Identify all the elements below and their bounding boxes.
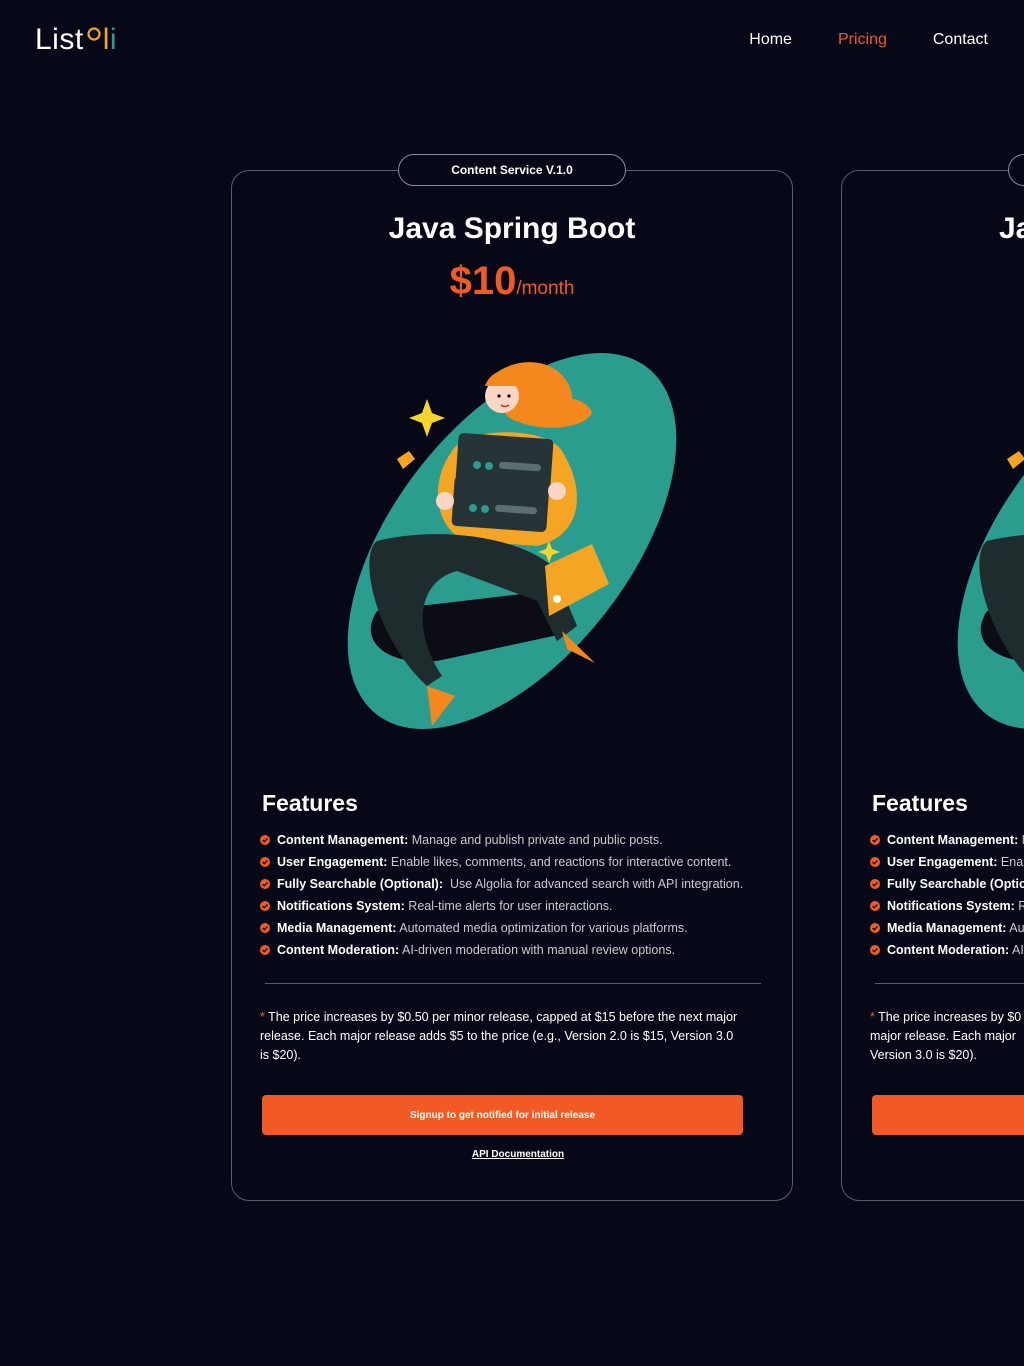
nav-pricing-link[interactable]: Pricing xyxy=(838,30,887,50)
feature-item: Media Management: Au xyxy=(870,917,1024,939)
feature-item: User Engagement: Enab xyxy=(870,851,1024,873)
version-badge: Content Service V.1.0 xyxy=(398,154,626,186)
feature-item: Content Management: Manage and publish p… xyxy=(260,829,780,851)
api-documentation-link[interactable]: API Documentation xyxy=(232,1149,804,1160)
features-heading: Features xyxy=(262,790,358,816)
pricing-note: * The price increases by $0 major release… xyxy=(870,1010,1022,1062)
logo-o-mark xyxy=(87,27,101,41)
features-list: Content Management: N User Engagement: E… xyxy=(870,829,1024,961)
price-period: /month xyxy=(516,278,575,299)
pricing-card-java-spring-boot: Content Service V.1.0 Java Spring Boot $… xyxy=(231,154,793,1201)
price-amount: $10 xyxy=(449,259,517,303)
pricing-note: * The price increases by $0.50 per minor… xyxy=(260,1010,738,1062)
feature-item: Fully Searchable (Optio xyxy=(870,873,1024,895)
page: List li Home Pricing Contact Content Serv… xyxy=(0,0,1024,1366)
feature-item: Content Moderation: AI-driven moderation… xyxy=(260,939,780,961)
check-circle-icon xyxy=(870,945,880,955)
check-circle-icon xyxy=(260,879,270,889)
check-circle-icon xyxy=(260,923,270,933)
card-title: Ja xyxy=(999,212,1024,245)
divider xyxy=(265,983,761,984)
feature-item: Content Moderation: AI- xyxy=(870,939,1024,961)
check-circle-icon xyxy=(260,901,270,911)
features-heading: Features xyxy=(872,790,968,816)
signup-notify-button[interactable]: Signup to get notified for initial relea… xyxy=(262,1095,743,1135)
signup-notify-button[interactable] xyxy=(872,1095,1024,1135)
check-circle-icon xyxy=(870,901,880,911)
feature-item: User Engagement: Enable likes, comments,… xyxy=(260,851,780,873)
listoli-logo[interactable]: List li xyxy=(35,22,117,58)
woman-holding-servers-illustration xyxy=(347,353,677,729)
main-nav: Home Pricing Contact xyxy=(749,30,988,50)
check-circle-icon xyxy=(870,879,880,889)
divider xyxy=(875,983,1024,984)
feature-item: Content Management: N xyxy=(870,829,1024,851)
card-title: Java Spring Boot xyxy=(388,212,636,245)
features-list: Content Management: Manage and publish p… xyxy=(260,829,780,961)
check-circle-icon xyxy=(260,857,270,867)
check-circle-icon xyxy=(260,835,270,845)
check-circle-icon xyxy=(870,923,880,933)
pricing-card-2: Ja Features Content Management: N User E… xyxy=(841,154,1024,1201)
woman-holding-servers-illustration xyxy=(957,353,1024,729)
feature-item: Media Management: Automated media optimi… xyxy=(260,917,780,939)
check-circle-icon xyxy=(870,835,880,845)
check-circle-icon xyxy=(260,945,270,955)
nav-home-link[interactable]: Home xyxy=(749,30,792,50)
site-header: List li Home Pricing Contact xyxy=(0,0,1024,80)
check-circle-icon xyxy=(870,857,880,867)
version-badge xyxy=(1008,154,1024,186)
price: $10/month xyxy=(232,257,792,314)
nav-contact-link[interactable]: Contact xyxy=(933,30,988,50)
feature-item: Notifications System: R xyxy=(870,895,1024,917)
feature-item: Notifications System: Real-time alerts f… xyxy=(260,895,780,917)
feature-item: Fully Searchable (Optional): Use Algolia… xyxy=(260,873,780,895)
